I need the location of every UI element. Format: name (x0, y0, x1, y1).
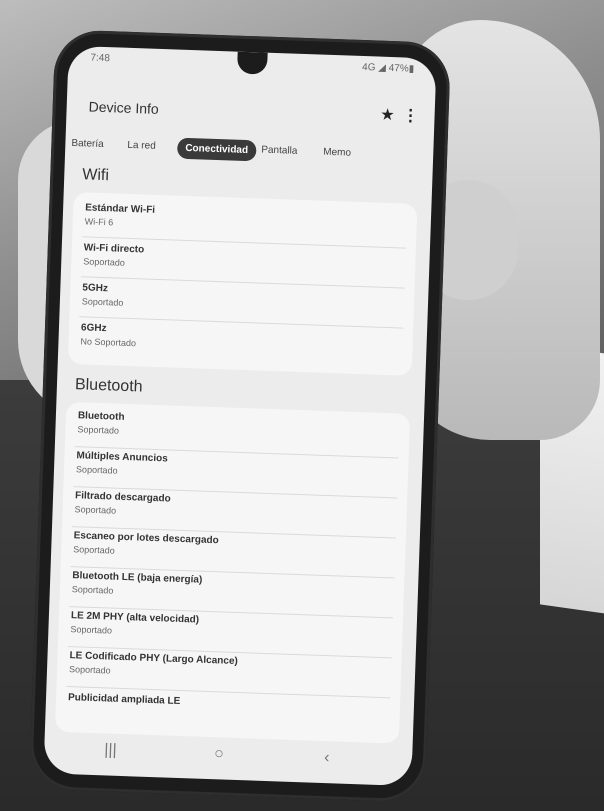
status-indicators: 4G ◢ 47%▮ (361, 61, 415, 75)
tab-la-red[interactable]: La red (127, 140, 156, 152)
phone-screen: 7:48 4G ◢ 47%▮ Device Info ★ ⋮ Batería L… (43, 45, 437, 787)
tab-memoria[interactable]: Memo (323, 147, 351, 159)
tab-pantalla[interactable]: Pantalla (261, 145, 298, 157)
recents-icon[interactable]: ||| (104, 741, 117, 759)
star-icon[interactable]: ★ (380, 105, 395, 125)
wifi-section-title: Wifi (82, 166, 110, 185)
status-time: 7:48 (90, 52, 111, 65)
wifi-card: Estándar Wi-Fi Wi-Fi 6 Wi-Fi directo Sop… (67, 191, 418, 376)
tab-conectividad[interactable]: Conectividad (176, 137, 257, 162)
list-item: Wi-Fi directo Soportado (83, 242, 406, 277)
app-title: Device Info (88, 98, 159, 117)
home-icon[interactable]: ○ (214, 745, 224, 763)
phone: 7:48 4G ◢ 47%▮ Device Info ★ ⋮ Batería L… (28, 29, 452, 803)
tab-bateria[interactable]: Batería (71, 138, 104, 150)
list-item: 5GHz Soportado (82, 282, 405, 317)
back-icon[interactable]: ‹ (324, 749, 330, 767)
connectivity-content: Wifi Estándar Wi-Fi Wi-Fi 6 Wi-Fi direct… (45, 166, 432, 744)
list-item: 6GHz No Soportado (80, 322, 403, 357)
bluetooth-section-title: Bluetooth (74, 376, 143, 396)
list-item: Bluetooth Soportado (77, 410, 400, 445)
app-bar: Device Info ★ ⋮ (66, 86, 435, 135)
bluetooth-card: Bluetooth Soportado Múltiples Anuncios S… (54, 401, 411, 744)
list-item: Estándar Wi-Fi Wi-Fi 6 (85, 202, 408, 237)
more-vert-icon[interactable]: ⋮ (402, 105, 419, 126)
